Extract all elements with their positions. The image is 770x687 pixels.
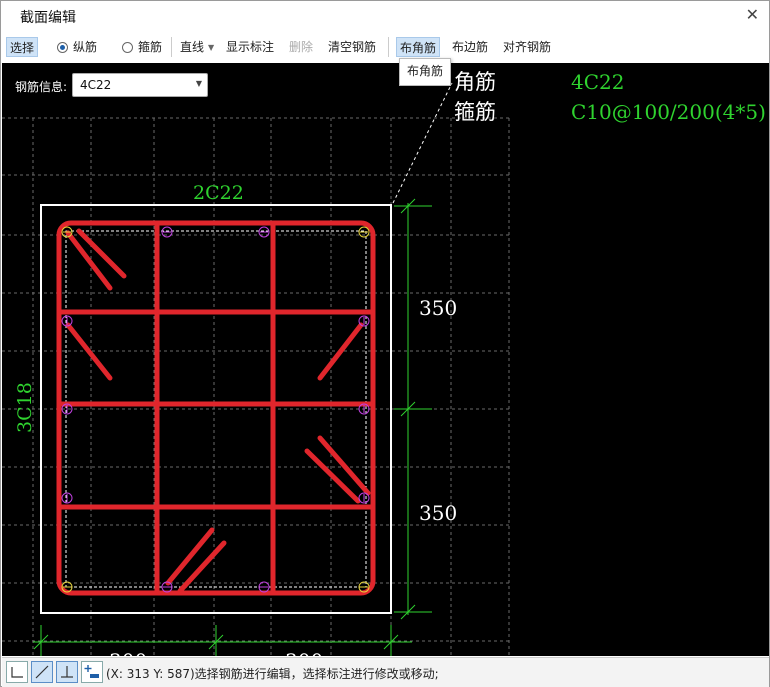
- dimension-right-upper-label[interactable]: 350: [419, 296, 457, 320]
- perpendicular-icon: [61, 666, 73, 678]
- dimension-right[interactable]: [394, 198, 432, 620]
- corner-rebar-button[interactable]: 布角筋: [396, 37, 441, 57]
- line-draw-icon: [35, 665, 49, 679]
- chevron-down-icon: ▼: [195, 79, 202, 88]
- tooltip: 布角筋: [399, 58, 451, 86]
- perpendicular-button[interactable]: [56, 661, 78, 683]
- dimension-bottom-right-label[interactable]: 300: [285, 649, 323, 656]
- line-label: 直线: [180, 40, 205, 54]
- line-dropdown[interactable]: 直线 ▼: [177, 37, 217, 57]
- select-button[interactable]: 选择: [6, 37, 39, 57]
- background-grid: [2, 117, 510, 656]
- dimension-bottom-left-label[interactable]: 300: [109, 649, 147, 656]
- side-rebar-button[interactable]: 布边筋: [449, 37, 491, 57]
- status-hint: 选择钢筋进行编辑，选择标注进行修改或移动;: [194, 667, 439, 681]
- chevron-down-icon: ▼: [208, 43, 215, 52]
- stirrup-hooks: [65, 228, 371, 594]
- dimension-bottom[interactable]: [33, 625, 412, 656]
- radio-longitudinal-label: 纵筋: [73, 40, 98, 54]
- status-bar: (X: 313 Y: 587)选择钢筋进行编辑，选择标注进行修改或移动;: [2, 657, 769, 687]
- outer-stirrup: [56, 220, 376, 596]
- radio-stirrup[interactable]: 箍筋: [119, 37, 165, 57]
- section-edit-dialog: 截面编辑 ✕ 选择 纵筋 箍筋 直线 ▼ 显示标注 删除 清空钢筋 布角筋 布边筋…: [0, 0, 770, 687]
- clear-rebar-button[interactable]: 清空钢筋: [325, 37, 379, 57]
- leader-line: [392, 82, 453, 204]
- legend-corner-label: 角筋: [454, 70, 496, 94]
- legend-stirrup-label: 箍筋: [454, 100, 496, 124]
- title-bar: 截面编辑 ✕: [1, 1, 769, 31]
- dimension-right-lower-label[interactable]: 350: [419, 501, 457, 525]
- add-label-button[interactable]: [81, 661, 103, 683]
- status-message: (X: 313 Y: 587)选择钢筋进行编辑，选择标注进行修改或移动;: [106, 665, 439, 682]
- cursor-coords: (X: 313 Y: 587): [106, 667, 195, 681]
- toolbar-divider: [388, 37, 389, 57]
- rebar-info-label: 钢筋信息:: [15, 80, 68, 94]
- section-drawing[interactable]: 2C22 3C18 350 350 300 300 角筋 4C22 箍筋 C10…: [2, 63, 769, 656]
- add-label-icon: [84, 665, 99, 678]
- rebar-info-value: 4C22: [80, 78, 112, 92]
- top-rebar-annotation[interactable]: 2C22: [193, 182, 244, 204]
- toolbar-divider: [171, 37, 172, 57]
- legend-corner-value[interactable]: 4C22: [571, 70, 624, 94]
- dialog-title: 截面编辑: [20, 10, 76, 26]
- toolbar: 选择 纵筋 箍筋 直线 ▼ 显示标注 删除 清空钢筋 布角筋 布边筋 对齐钢筋: [1, 33, 769, 61]
- delete-button[interactable]: 删除: [286, 37, 316, 57]
- rebar-info-select[interactable]: 4C22 ▼: [72, 73, 208, 97]
- line-draw-button[interactable]: [31, 661, 53, 683]
- radio-unchecked-icon: [122, 42, 133, 53]
- align-rebar-button[interactable]: 对齐钢筋: [500, 37, 554, 57]
- radio-stirrup-label: 箍筋: [138, 40, 163, 54]
- show-label-button[interactable]: 显示标注: [223, 37, 277, 57]
- drawing-canvas[interactable]: 2C22 3C18 350 350 300 300 角筋 4C22 箍筋 C10…: [2, 63, 769, 656]
- stirrups[interactable]: [56, 220, 376, 596]
- ortho-icon: [11, 667, 23, 678]
- legend-stirrup-value[interactable]: C10@100/200(4*5): [571, 100, 766, 124]
- radio-longitudinal[interactable]: 纵筋: [54, 37, 100, 57]
- close-icon[interactable]: ✕: [746, 5, 759, 24]
- radio-checked-icon: [57, 42, 68, 53]
- ortho-button[interactable]: [6, 661, 28, 683]
- left-rebar-annotation[interactable]: 3C18: [14, 382, 36, 433]
